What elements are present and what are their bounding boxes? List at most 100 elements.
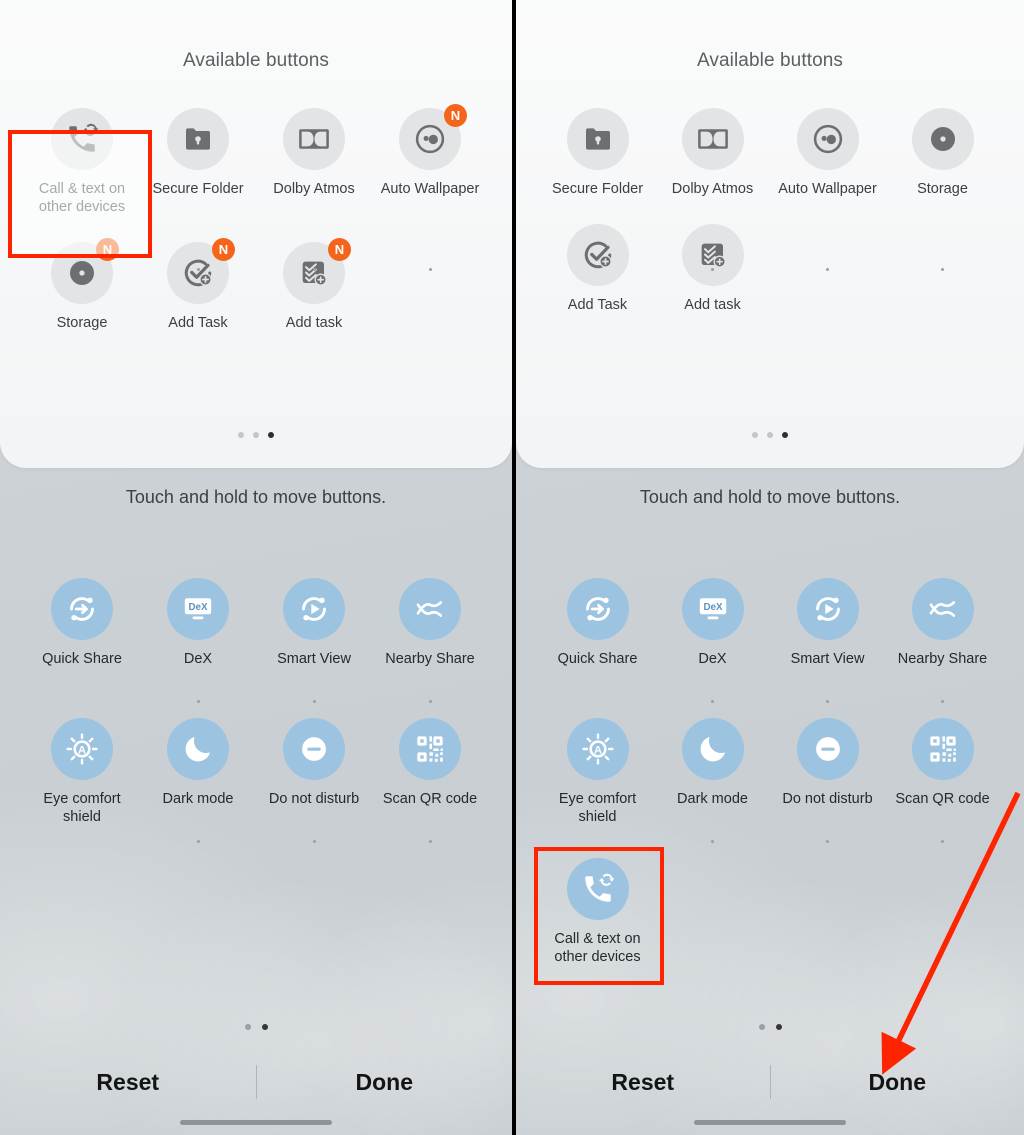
active-button-label: Scan QR code — [382, 791, 478, 807]
move-hint-text: Touch and hold to move buttons. — [639, 487, 901, 507]
grid-separator-dots — [516, 268, 1024, 271]
active-buttons-grid: Quick Share DeX DeX Smart View Nearby Sh… — [0, 570, 512, 668]
available-button-add-task-check[interactable]: Add Task — [540, 216, 655, 314]
svg-text:DeX: DeX — [703, 602, 723, 613]
action-bar: Reset Done — [0, 1065, 512, 1099]
active-button-dex[interactable]: DeX DeX — [655, 570, 770, 668]
active-button-dark-mode[interactable]: Dark mode — [140, 710, 256, 826]
available-buttons-sheet: Available buttons Secure Folder Dolby At… — [516, 0, 1024, 468]
sheet-page-dot[interactable] — [752, 432, 758, 438]
nearby-share-icon — [399, 578, 461, 640]
available-buttons-title: Available buttons — [696, 50, 844, 71]
active-button-empty-slot — [770, 850, 885, 966]
active-button-dark-mode[interactable]: Dark mode — [655, 710, 770, 826]
highlight-box-call-text-available — [8, 130, 152, 258]
active-button-smart-view[interactable]: Smart View — [256, 570, 372, 668]
active-grid-separator-dots — [516, 700, 1024, 703]
available-button-add-task-stack[interactable]: Add task — [655, 216, 770, 314]
active-grid-separator-dots-2 — [516, 840, 1024, 843]
quick-share-icon — [51, 578, 113, 640]
new-badge: N — [212, 238, 235, 261]
active-button-label: DeX — [183, 651, 213, 667]
available-button-auto-wallpaper[interactable]: N Auto Wallpaper — [372, 100, 488, 216]
done-button[interactable]: Done — [257, 1069, 513, 1096]
dolby-atmos-icon-wrap — [283, 108, 345, 170]
available-button-add-task-stack[interactable]: N Add task — [256, 234, 372, 332]
available-button-label: Add Task — [567, 297, 628, 313]
active-button-quick-share[interactable]: Quick Share — [24, 570, 140, 668]
available-button-add-task-check[interactable]: N Add Task — [140, 234, 256, 332]
quick-share-icon — [566, 578, 629, 640]
comparison-screenshots: Available buttons Call & text on other d… — [0, 0, 1024, 1135]
active-button-scan-qr-code[interactable]: Scan QR code — [885, 710, 1000, 826]
navigation-handle[interactable] — [180, 1120, 332, 1125]
svg-text:DeX: DeX — [188, 602, 208, 613]
active-button-dex[interactable]: DeX DeX — [140, 570, 256, 668]
sheet-page-dot[interactable] — [238, 432, 244, 438]
reset-button[interactable]: Reset — [0, 1069, 256, 1096]
available-button-label: Secure Folder — [551, 181, 644, 197]
bottom-page-dot-active[interactable] — [261, 1024, 268, 1030]
new-badge: N — [328, 238, 351, 261]
phone-screen-before: Available buttons Call & text on other d… — [0, 0, 512, 1135]
active-button-scan-qr-code[interactable]: Scan QR code — [372, 710, 488, 826]
active-buttons-grid-row2: A Eye comfort shield Dark mode Do not di… — [0, 710, 512, 826]
active-button-eye-comfort-shield[interactable]: A Eye comfort shield — [24, 710, 140, 826]
active-button-nearby-share[interactable]: Nearby Share — [372, 570, 488, 668]
available-button-label: Add Task — [168, 315, 228, 331]
active-grid-separator-dots — [0, 700, 512, 703]
available-button-empty-slot — [885, 216, 1000, 314]
sheet-page-dots[interactable] — [516, 432, 1024, 438]
sheet-page-dots[interactable] — [0, 432, 512, 438]
active-button-label: Quick Share — [42, 651, 122, 667]
available-button-dolby-atmos[interactable]: Dolby Atmos — [655, 100, 770, 198]
active-button-smart-view[interactable]: Smart View — [770, 570, 885, 668]
active-button-label: Eye comfort shield — [558, 791, 637, 825]
svg-text:A: A — [78, 745, 86, 757]
bottom-page-dot-active[interactable] — [775, 1024, 782, 1030]
dark-mode-moon-icon — [167, 718, 229, 780]
available-button-empty-slot — [770, 216, 885, 314]
sheet-page-dot[interactable] — [767, 432, 773, 438]
bottom-page-dots[interactable] — [516, 1024, 1024, 1030]
sheet-page-dot-active[interactable] — [782, 432, 788, 438]
available-button-label: Dolby Atmos — [273, 181, 355, 197]
available-button-label: Secure Folder — [152, 181, 244, 197]
available-button-storage[interactable]: Storage — [885, 100, 1000, 198]
navigation-handle[interactable] — [694, 1120, 846, 1125]
add-task-stack-icon — [681, 224, 744, 286]
available-button-dolby-atmos[interactable]: Dolby Atmos — [256, 100, 372, 216]
active-button-label: Dark mode — [677, 791, 748, 807]
auto-wallpaper-icon — [796, 108, 859, 170]
available-button-label: Auto Wallpaper — [778, 181, 877, 197]
scan-qr-code-icon — [911, 718, 974, 780]
bottom-page-dot[interactable] — [758, 1024, 765, 1030]
available-button-secure-folder[interactable]: Secure Folder — [140, 100, 256, 216]
active-buttons-grid: Quick Share DeX DeX Smart View Nearby Sh… — [516, 570, 1024, 668]
available-button-secure-folder[interactable]: Secure Folder — [540, 100, 655, 198]
bottom-page-dots[interactable] — [0, 1024, 512, 1030]
done-button[interactable]: Done — [771, 1069, 1024, 1096]
active-button-do-not-disturb[interactable]: Do not disturb — [256, 710, 372, 826]
active-button-label: Dark mode — [162, 791, 234, 807]
available-button-label: Add task — [285, 315, 343, 331]
folder-lock-icon — [167, 108, 229, 170]
sheet-page-dot[interactable] — [253, 432, 259, 438]
active-button-do-not-disturb[interactable]: Do not disturb — [770, 710, 885, 826]
dolby-atmos-icon-wrap — [681, 108, 744, 170]
available-button-label: Storage — [56, 315, 108, 331]
reset-button[interactable]: Reset — [516, 1069, 770, 1096]
do-not-disturb-icon — [283, 718, 345, 780]
active-button-empty-slot — [655, 850, 770, 966]
active-button-label: Nearby Share — [897, 651, 988, 667]
active-button-nearby-share[interactable]: Nearby Share — [885, 570, 1000, 668]
sheet-page-dot-active[interactable] — [268, 432, 274, 438]
active-button-label: Scan QR code — [895, 791, 990, 807]
active-button-label: Smart View — [790, 651, 865, 667]
active-button-eye-comfort-shield[interactable]: A Eye comfort shield — [540, 710, 655, 826]
active-button-quick-share[interactable]: Quick Share — [540, 570, 655, 668]
phone-screen-after: Available buttons Secure Folder Dolby At… — [512, 0, 1024, 1135]
available-button-auto-wallpaper[interactable]: Auto Wallpaper — [770, 100, 885, 198]
folder-lock-icon-wrap — [566, 108, 629, 170]
bottom-page-dot[interactable] — [244, 1024, 251, 1030]
